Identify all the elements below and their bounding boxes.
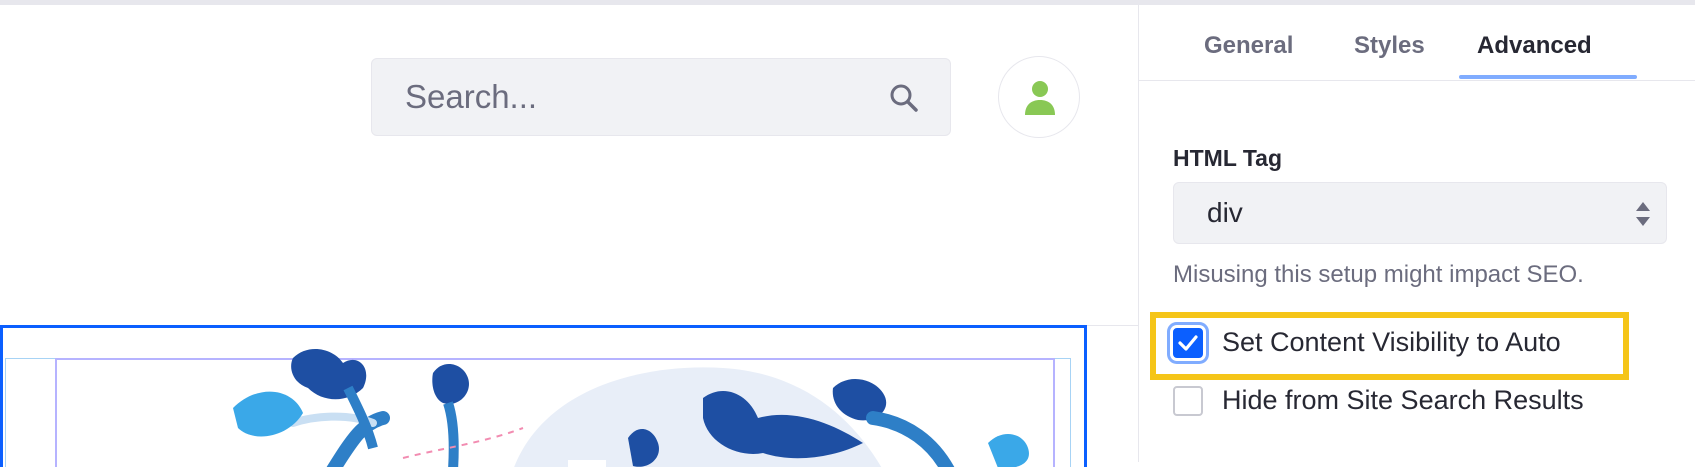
user-avatar[interactable] [998, 56, 1080, 138]
configuration-panel: General Styles Advanced HTML Tag div Mis… [1138, 5, 1695, 462]
search-input[interactable] [372, 59, 950, 135]
tab-styles[interactable]: Styles [1354, 32, 1425, 60]
search-bar[interactable] [371, 58, 951, 136]
checkmark-icon [1178, 334, 1198, 351]
leaf-illustration [233, 348, 1029, 467]
select-arrows-icon [1634, 199, 1652, 234]
hide-search-option[interactable]: Hide from Site Search Results [1173, 385, 1584, 416]
hide-search-checkbox[interactable] [1173, 385, 1203, 416]
tab-general[interactable]: General [1204, 32, 1293, 60]
tab-advanced[interactable]: Advanced [1477, 32, 1592, 60]
hide-search-label[interactable]: Hide from Site Search Results [1222, 385, 1584, 416]
content-visibility-option[interactable]: Set Content Visibility to Auto [1173, 327, 1561, 358]
html-tag-label: HTML Tag [1173, 145, 1283, 171]
selected-fragment[interactable] [0, 325, 1087, 467]
search-icon[interactable] [888, 82, 920, 114]
content-visibility-label[interactable]: Set Content Visibility to Auto [1222, 327, 1561, 358]
html-tag-select[interactable]: div [1173, 182, 1667, 244]
content-visibility-checkbox[interactable] [1173, 327, 1203, 358]
active-tab-indicator [1459, 75, 1637, 79]
page-canvas [0, 5, 1138, 467]
panel-tabs: General Styles Advanced [1139, 5, 1695, 81]
html-tag-help-text: Misusing this setup might impact SEO. [1173, 261, 1584, 288]
html-tag-value: div [1207, 197, 1243, 228]
